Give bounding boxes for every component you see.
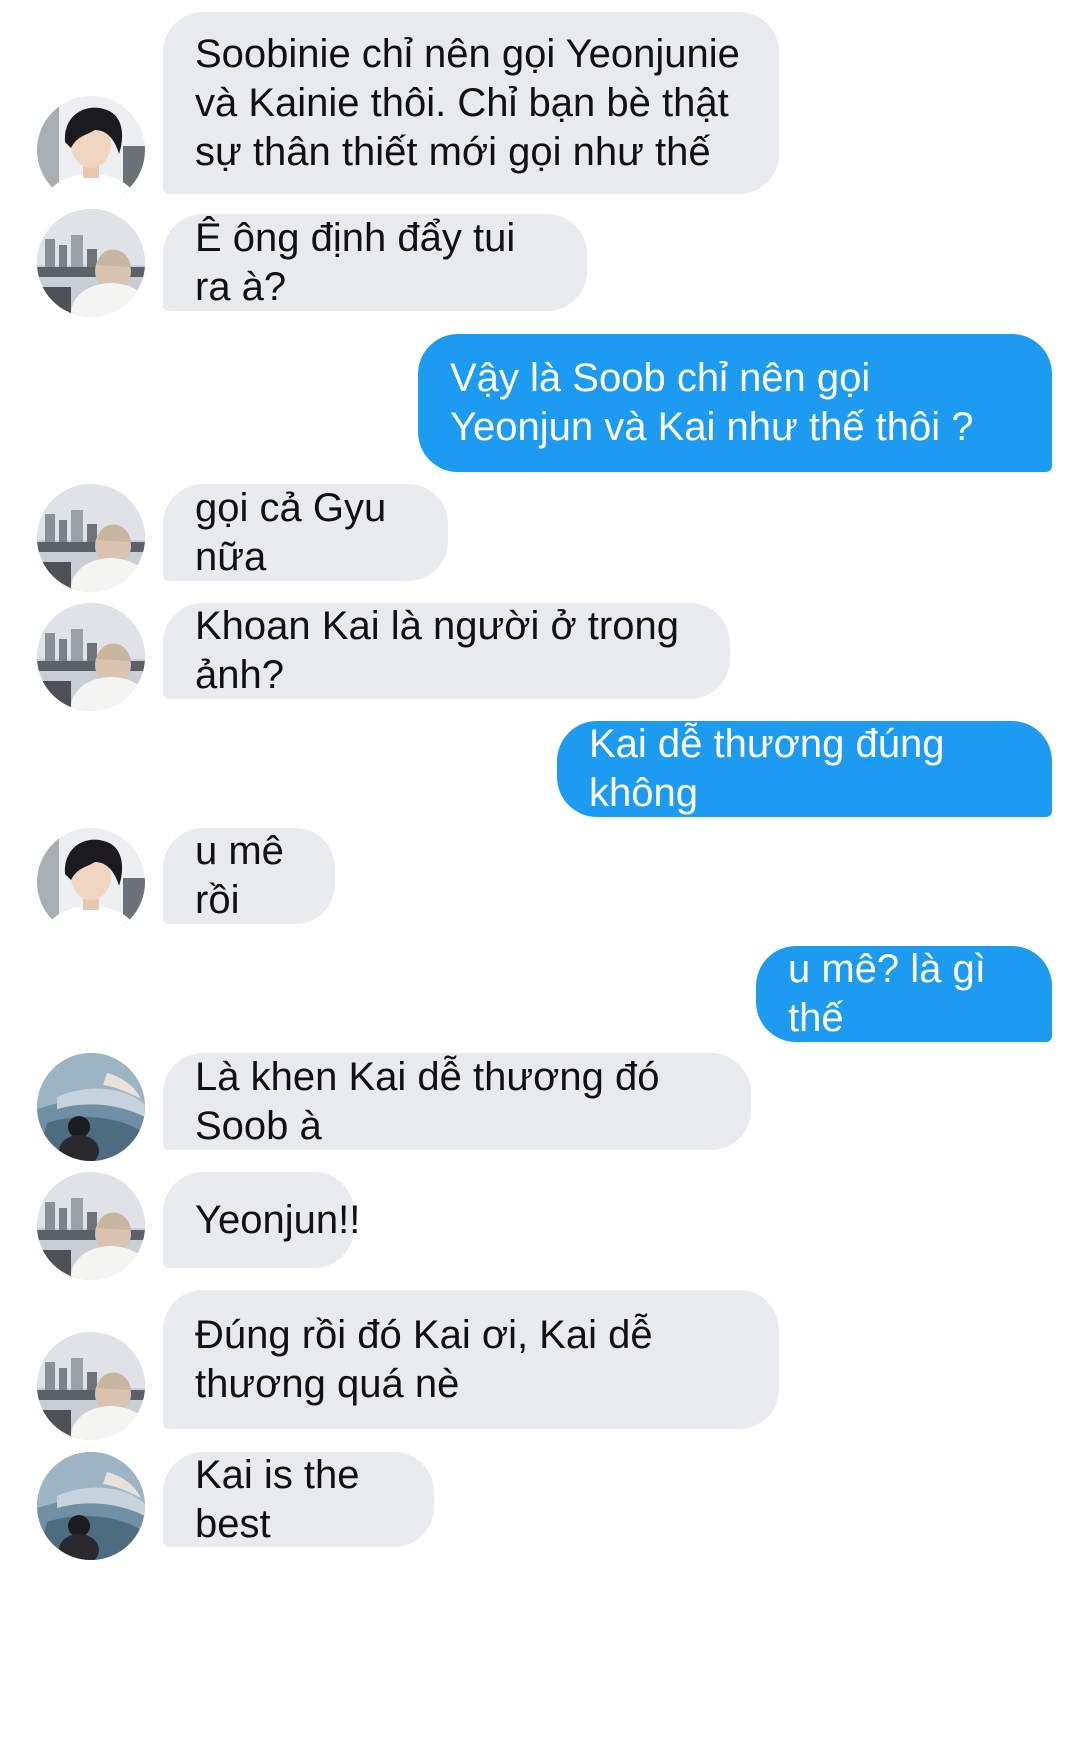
incoming-message-bubble[interactable]: Ê ông định đẩy tui ra à? <box>163 214 587 311</box>
portrait-avatar-icon[interactable] <box>37 828 145 936</box>
message-row: Là khen Kai dễ thương đó Soob à <box>0 1053 1080 1150</box>
message-row: gọi cả Gyu nữa <box>0 484 1080 581</box>
message-row: Khoan Kai là người ở trong ảnh? <box>0 603 1080 699</box>
message-row: Vậy là Soob chỉ nên gọi Yeonjun và Kai n… <box>0 334 1080 472</box>
message-text: Đúng rồi đó Kai ơi, Kai dễ thương quá nè <box>195 1312 653 1406</box>
message-row: Ê ông định đẩy tui ra à? <box>0 214 1080 311</box>
message-text: u mê? là gì thế <box>788 947 986 1040</box>
incoming-message-bubble[interactable]: Soobinie chỉ nên gọi Yeonjunie và Kainie… <box>163 12 779 194</box>
message-text: Ê ông định đẩy tui ra à? <box>195 215 516 309</box>
incoming-message-bubble[interactable]: Yeonjun!! <box>163 1172 360 1268</box>
city-photo-avatar-icon[interactable] <box>37 209 145 317</box>
incoming-message-bubble[interactable]: Khoan Kai là người ở trong ảnh? <box>163 603 730 699</box>
message-text: Yeonjun!! <box>195 1197 361 1242</box>
incoming-message-bubble[interactable]: Là khen Kai dễ thương đó Soob à <box>163 1053 751 1150</box>
city-photo-avatar-icon[interactable] <box>37 484 145 592</box>
city-photo-avatar-icon[interactable] <box>37 603 145 711</box>
message-text: Kai is the best <box>195 1452 360 1546</box>
incoming-message-bubble[interactable]: Kai is the best <box>163 1452 434 1547</box>
incoming-message-bubble[interactable]: u mê rồi <box>163 828 335 924</box>
conversation-thread: Soobinie chỉ nên gọi Yeonjunie và Kainie… <box>0 0 1080 1751</box>
outgoing-message-bubble[interactable]: u mê? là gì thế <box>756 946 1052 1042</box>
message-row: Yeonjun!! <box>0 1172 1080 1268</box>
message-text: u mê rồi <box>195 829 284 922</box>
message-row: Kai dễ thương đúng không <box>0 721 1080 817</box>
aquarium-avatar-icon[interactable] <box>37 1053 145 1161</box>
message-text: Soobinie chỉ nên gọi Yeonjunie và Kainie… <box>195 31 740 174</box>
message-text: Là khen Kai dễ thương đó Soob à <box>195 1054 660 1148</box>
aquarium-avatar-icon[interactable] <box>37 1452 145 1560</box>
city-photo-avatar-icon[interactable] <box>37 1332 145 1440</box>
message-text: Kai dễ thương đúng không <box>589 722 945 815</box>
portrait-avatar-icon[interactable] <box>37 96 145 204</box>
incoming-message-bubble[interactable]: gọi cả Gyu nữa <box>163 484 448 581</box>
incoming-message-bubble[interactable]: Đúng rồi đó Kai ơi, Kai dễ thương quá nè <box>163 1290 779 1429</box>
message-row: Đúng rồi đó Kai ơi, Kai dễ thương quá nè <box>0 1290 1080 1429</box>
message-text: Khoan Kai là người ở trong ảnh? <box>195 604 679 697</box>
city-photo-avatar-icon[interactable] <box>37 1172 145 1280</box>
message-row: Soobinie chỉ nên gọi Yeonjunie và Kainie… <box>0 12 1080 194</box>
message-row: u mê? là gì thế <box>0 946 1080 1042</box>
outgoing-message-bubble[interactable]: Vậy là Soob chỉ nên gọi Yeonjun và Kai n… <box>418 334 1052 472</box>
message-text: gọi cả Gyu nữa <box>195 485 387 579</box>
message-row: Kai is the best <box>0 1452 1080 1547</box>
message-text: Vậy là Soob chỉ nên gọi Yeonjun và Kai n… <box>450 356 974 449</box>
outgoing-message-bubble[interactable]: Kai dễ thương đúng không <box>557 721 1052 817</box>
message-row: u mê rồi <box>0 828 1080 924</box>
